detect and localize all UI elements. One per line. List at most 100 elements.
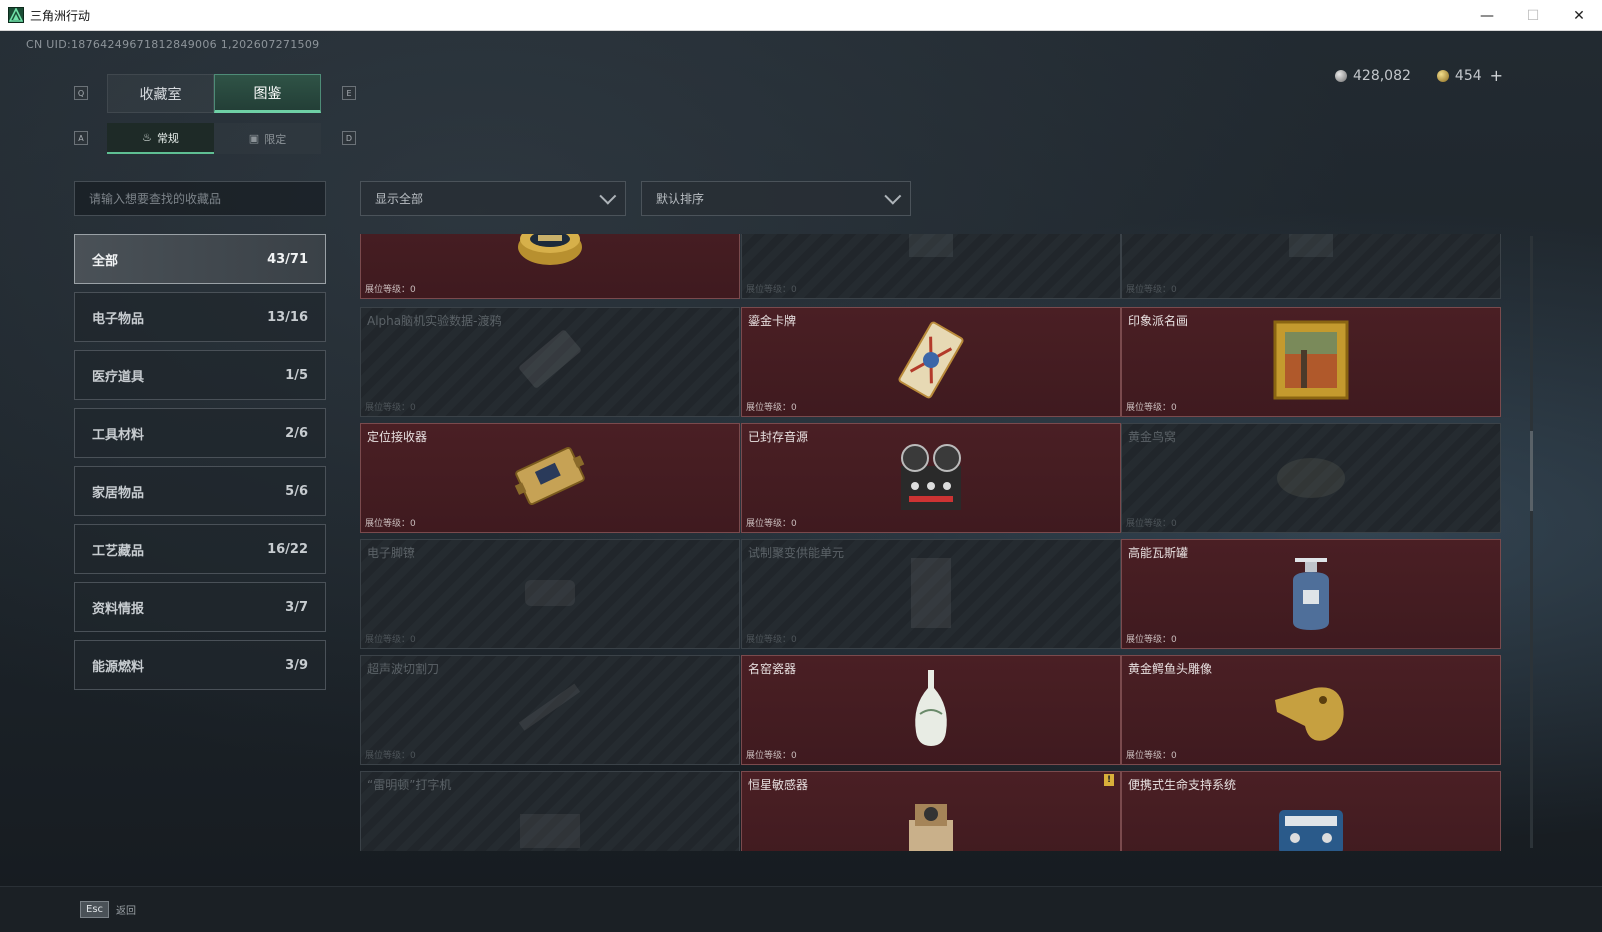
category-label: 家居物品	[92, 485, 145, 501]
collection-card[interactable]: 黄金鸟窝展位等级：0	[1121, 423, 1501, 533]
window-titlebar: 三角洲行动 — ☐ ✕	[0, 0, 1602, 31]
collection-card[interactable]: 定位接收器展位等级：0	[360, 423, 740, 533]
booth-level-label: 展位等级：0	[1126, 751, 1177, 761]
typewriter-icon	[510, 794, 590, 851]
currency-bar: 428,082 454 +	[1335, 66, 1503, 85]
card-title: 名窑瓷器	[748, 662, 797, 676]
category-electronics[interactable]: 电子物品 13/16	[74, 292, 326, 342]
key-hint-d: D	[342, 131, 356, 145]
key-hint-q: Q	[74, 86, 88, 100]
booth-level-label: 展位等级：0	[365, 751, 416, 761]
card-title: 已封存音源	[748, 430, 809, 444]
scrollbar-thumb[interactable]	[1530, 431, 1533, 511]
category-count: 3/7	[285, 599, 308, 615]
minimize-button[interactable]: —	[1464, 0, 1510, 31]
category-count: 1/5	[285, 367, 308, 383]
collection-card[interactable]: 名窑瓷器 展位等级：0	[741, 655, 1121, 765]
collection-card[interactable]: Alpha脑机实验数据-渡鸦展位等级：0	[360, 307, 740, 417]
booth-level-label: 展位等级：0	[746, 519, 797, 529]
filter-dropdown[interactable]: 显示全部	[360, 181, 626, 216]
category-energy[interactable]: 能源燃料 3/9	[74, 640, 326, 690]
bottom-bar: Esc 返回	[0, 886, 1602, 932]
booth-level-label: 展位等级：0	[365, 635, 416, 645]
category-label: 工具材料	[92, 427, 145, 443]
card-title: 试制聚变供能单元	[748, 546, 845, 560]
maximize-button[interactable]: ☐	[1510, 0, 1556, 31]
booth-level-label: 展位等级：0	[1126, 635, 1177, 645]
collection-card[interactable]: 展位等级：0	[360, 234, 740, 299]
category-label: 能源燃料	[92, 659, 145, 675]
category-household[interactable]: 家居物品 5/6	[74, 466, 326, 516]
sub-tabs: ♨ 常规 ▣ 限定	[107, 123, 321, 154]
card-title: 超声波切割刀	[367, 662, 440, 676]
collection-card[interactable]: 展位等级：0	[1121, 234, 1501, 299]
collection-card[interactable]: “雷明顿”打字机展位等级：0	[360, 771, 740, 851]
collection-card[interactable]: 试制聚变供能单元 展位等级：0	[741, 539, 1121, 649]
main-tabs: 收藏室 图鉴	[107, 74, 321, 113]
category-count: 2/6	[285, 425, 308, 441]
collection-card[interactable]: 超声波切割刀展位等级：0	[360, 655, 740, 765]
card-title: 鎏金卡牌	[748, 314, 797, 328]
subtab-regular-label: 常规	[156, 131, 179, 145]
warning-badge: !	[1104, 774, 1114, 786]
category-intel[interactable]: 资料情报 3/7	[74, 582, 326, 632]
category-crafts[interactable]: 工艺藏品 16/22	[74, 524, 326, 574]
subtab-regular[interactable]: ♨ 常规	[107, 123, 214, 154]
collection-card[interactable]: 已封存音源展位等级：0	[741, 423, 1121, 533]
sort-dropdown-label: 默认排序	[656, 192, 705, 206]
card-title: 便携式生命支持系统	[1128, 778, 1237, 792]
caviar-tin-icon	[515, 234, 585, 271]
ankle-monitor-icon	[515, 562, 585, 626]
star-sensor-icon	[899, 794, 963, 851]
card-title: 定位接收器	[367, 430, 428, 444]
card-title: 黄金鸟窝	[1128, 430, 1177, 444]
collection-card[interactable]: 高能瓦斯罐展位等级：0	[1121, 539, 1501, 649]
sort-dropdown[interactable]: 默认排序	[641, 181, 911, 216]
add-currency-button[interactable]: +	[1490, 66, 1503, 85]
reel-recorder-icon	[891, 436, 971, 520]
esc-key: Esc	[80, 901, 110, 918]
card-title: 高能瓦斯罐	[1128, 546, 1189, 560]
booth-level-label: 展位等级：0	[746, 403, 797, 413]
category-tools[interactable]: 工具材料 2/6	[74, 408, 326, 458]
item-icon	[1281, 234, 1341, 271]
image-icon: ▣	[248, 132, 260, 145]
grid-scrollbar[interactable]	[1530, 236, 1533, 848]
subtab-limited[interactable]: ▣ 限定	[214, 123, 321, 154]
search-input[interactable]	[89, 191, 311, 206]
category-list: 全部 43/71 电子物品 13/16 医疗道具 1/5 工具材料 2/6 家居物品 5/…	[74, 234, 326, 698]
category-count: 3/9	[285, 657, 308, 673]
booth-level-label: 展位等级：0	[746, 285, 797, 295]
collection-card[interactable]: 电子脚镣展位等级：0	[360, 539, 740, 649]
card-title: 恒星敏感器	[748, 778, 809, 792]
card-title: 电子脚镣	[367, 546, 416, 560]
back-button[interactable]: Esc 返回	[80, 901, 136, 918]
ultrasonic-cutter-icon	[510, 678, 590, 742]
fusion-cell-icon	[901, 552, 961, 636]
tab-collection-room[interactable]: 收藏室	[107, 74, 214, 113]
booth-level-label: 展位等级：0	[1126, 403, 1177, 413]
category-all[interactable]: 全部 43/71	[74, 234, 326, 284]
card-title: Alpha脑机实验数据-渡鸦	[367, 314, 502, 328]
collection-card[interactable]: 便携式生命支持系统展位等级：0	[1121, 771, 1501, 851]
painting-icon	[1271, 318, 1351, 406]
category-label: 全部	[92, 253, 119, 269]
category-count: 16/22	[267, 541, 308, 557]
item-grid: 展位等级：0 展位等级：0 展位等级：0 Alpha脑机实验数据-渡鸦 展位等级：0 鎏金…	[360, 234, 1528, 851]
collection-card[interactable]: 展位等级：0	[741, 234, 1121, 299]
close-button[interactable]: ✕	[1556, 0, 1602, 31]
collection-card[interactable]: 恒星敏感器展位等级：0!	[741, 771, 1121, 851]
booth-level-label: 展位等级：0	[1126, 519, 1177, 529]
category-count: 5/6	[285, 483, 308, 499]
category-medical[interactable]: 医疗道具 1/5	[74, 350, 326, 400]
life-support-icon	[1271, 794, 1351, 851]
tab-catalog[interactable]: 图鉴	[214, 74, 321, 113]
collection-card[interactable]: 印象派名画 展位等级：0	[1121, 307, 1501, 417]
category-count: 13/16	[267, 309, 308, 325]
booth-level-label: 展位等级：0	[365, 519, 416, 529]
collection-card[interactable]: 黄金鳄鱼头雕像 展位等级：0	[1121, 655, 1501, 765]
booth-level-label: 展位等级：0	[365, 403, 416, 413]
card-title: “雷明顿”打字机	[367, 778, 452, 792]
collection-card[interactable]: 鎏金卡牌展位等级：0	[741, 307, 1121, 417]
search-box[interactable]	[74, 181, 326, 216]
